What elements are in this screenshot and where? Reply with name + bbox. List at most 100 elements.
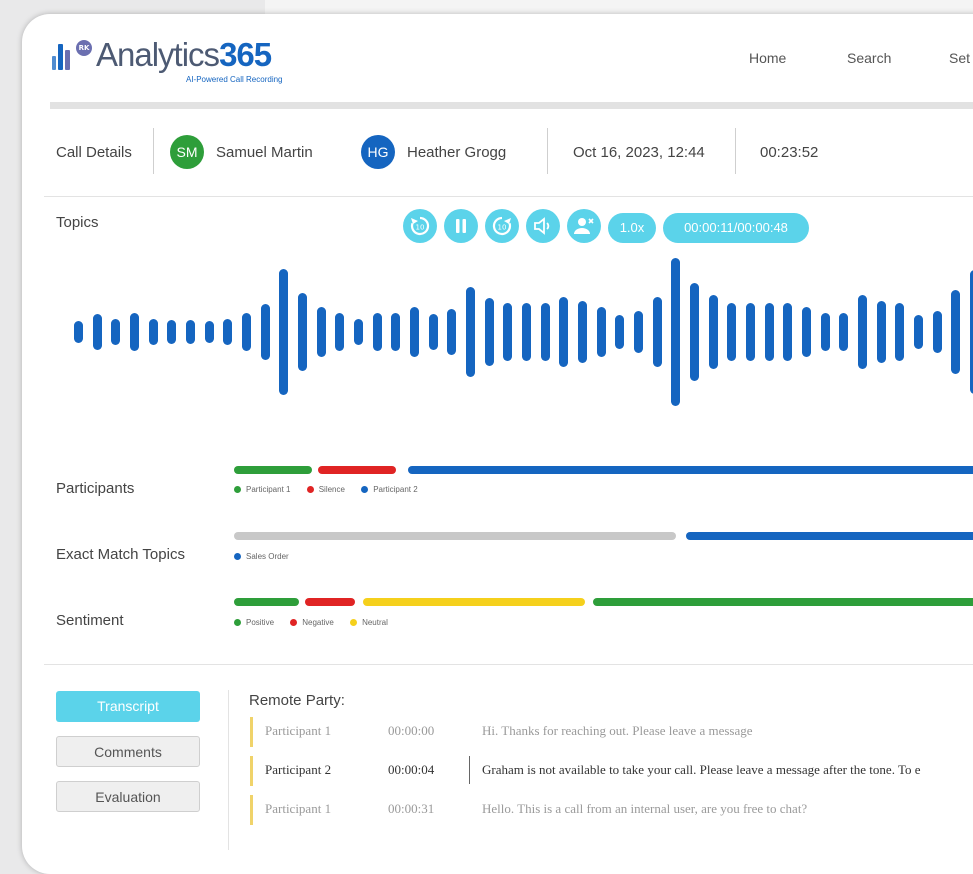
section-divider: [44, 196, 973, 197]
waveform-bar: [634, 311, 643, 353]
transcript-divider: [228, 690, 229, 850]
waveform-bar: [652, 297, 662, 367]
app-logo[interactable]: RK Analytics365 AI-Powered Call Recordin…: [52, 36, 312, 88]
waveform-bar: [895, 303, 905, 361]
waveform-bar: [410, 307, 419, 357]
forward-10-icon: 10: [492, 216, 512, 236]
sentiment-segment[interactable]: [363, 598, 585, 606]
playback-speed-button[interactable]: 1.0x: [608, 213, 656, 243]
legend-label: Neutral: [362, 618, 388, 627]
logo-tagline: AI-Powered Call Recording: [186, 75, 283, 84]
participant-b-name: Heather Grogg: [407, 144, 507, 161]
waveform-bar: [690, 283, 699, 381]
legend-label: Sales Order: [246, 552, 289, 561]
participant-a-name: Samuel Martin: [216, 144, 313, 161]
volume-icon: [534, 217, 550, 235]
legend-item: Sales Order: [234, 552, 289, 561]
waveform-bar: [746, 303, 755, 361]
logo-name-bold: 365: [219, 36, 272, 73]
legend-label: Positive: [246, 618, 275, 627]
waveform-bar: [279, 269, 289, 395]
rewind-10-icon: 10: [410, 216, 430, 236]
waveform-bar: [186, 320, 195, 344]
playback-position: 00:00:11/00:00:48: [663, 213, 809, 243]
waveform-bar: [466, 287, 475, 377]
pause-button[interactable]: [444, 209, 478, 243]
legend-item: Participant 1: [234, 485, 290, 494]
logo-name-light: Analytics: [96, 36, 220, 73]
topics-label: Topics: [56, 214, 99, 231]
legend-item: Neutral: [350, 618, 388, 627]
legend-label: Negative: [302, 618, 334, 627]
remove-speaker-button[interactable]: [567, 209, 601, 243]
participants-segment[interactable]: [318, 466, 396, 474]
waveform-bar: [540, 303, 550, 361]
legend-label: Silence: [318, 485, 345, 494]
nav-settings[interactable]: Set: [949, 50, 970, 66]
transcript-row-active[interactable]: Participant 2 00:00:04 Graham is not ava…: [250, 756, 973, 786]
waveform-bar: [858, 295, 867, 369]
legend-item: Negative: [290, 618, 334, 627]
transcript-text: Hi. Thanks for reaching out. Please leav…: [482, 723, 753, 738]
tab-evaluation[interactable]: Evaluation: [56, 781, 200, 812]
legend-label: Participant 2: [373, 485, 418, 494]
waveform-bar: [335, 313, 345, 351]
waveform-bar: [559, 297, 569, 367]
row-marker: [250, 756, 253, 786]
waveform-bar: [876, 301, 886, 363]
section-divider: [44, 664, 973, 665]
legend-item: Participant 2: [361, 485, 418, 494]
transcript-row[interactable]: Participant 1 00:00:00 Hi. Thanks for re…: [250, 717, 973, 747]
legend-label: Participant 1: [246, 485, 291, 494]
sentiment-segment[interactable]: [593, 598, 973, 606]
waveform-bar: [447, 309, 457, 355]
waveform-bar: [484, 298, 494, 366]
participants-legend: Participant 1 Silence Participant 2: [234, 485, 432, 494]
sentiment-segment[interactable]: [234, 598, 299, 606]
legend-item: Positive: [234, 618, 274, 627]
waveform-bar: [578, 301, 587, 363]
tab-transcript[interactable]: Transcript: [56, 691, 200, 722]
separator: [547, 128, 548, 174]
nav-search[interactable]: Search: [847, 50, 891, 66]
topics-segment[interactable]: [234, 532, 676, 540]
waveform-bar: [111, 319, 121, 345]
row-marker: [250, 717, 253, 747]
transcript-row[interactable]: Participant 1 00:00:31 Hello. This is a …: [250, 795, 973, 825]
transcript-time: 00:00:04: [388, 762, 435, 777]
volume-button[interactable]: [526, 209, 560, 243]
waveform-bar: [391, 313, 401, 351]
waveform-bar: [260, 304, 270, 360]
transcript-time: 00:00:00: [388, 723, 435, 738]
waveform-bar: [74, 321, 83, 343]
nav-home[interactable]: Home: [749, 50, 786, 66]
waveform-bar: [596, 307, 606, 357]
waveform-bar: [92, 314, 102, 350]
waveform-bar: [298, 293, 307, 371]
forward-10-button[interactable]: 10: [485, 209, 519, 243]
legend-item: Silence: [306, 485, 345, 494]
waveform-bar: [204, 321, 214, 343]
waveform-bar: [223, 319, 233, 345]
svg-text:10: 10: [416, 224, 425, 232]
transcript-text: Graham is not available to take your cal…: [482, 762, 921, 777]
waveform-bar: [130, 313, 139, 351]
text-cursor: [469, 756, 470, 784]
participants-segment[interactable]: [408, 466, 973, 474]
waveform-bar: [764, 303, 774, 361]
participants-segment[interactable]: [234, 466, 312, 474]
participants-label: Participants: [56, 480, 135, 497]
waveform-bar: [615, 315, 625, 349]
rewind-10-button[interactable]: 10: [403, 209, 437, 243]
separator: [153, 128, 154, 174]
waveform-bar: [932, 311, 942, 353]
sentiment-segment[interactable]: [305, 598, 355, 606]
header-divider: [50, 102, 973, 109]
app-window: RK Analytics365 AI-Powered Call Recordin…: [22, 14, 973, 874]
waveform-bar: [167, 320, 177, 344]
tab-comments[interactable]: Comments: [56, 736, 200, 767]
logo-badge: RK: [76, 40, 92, 56]
avatar-samuel-martin: SM: [170, 135, 204, 169]
transcript-participant: Participant 1: [265, 723, 332, 738]
topics-segment[interactable]: [686, 532, 973, 540]
